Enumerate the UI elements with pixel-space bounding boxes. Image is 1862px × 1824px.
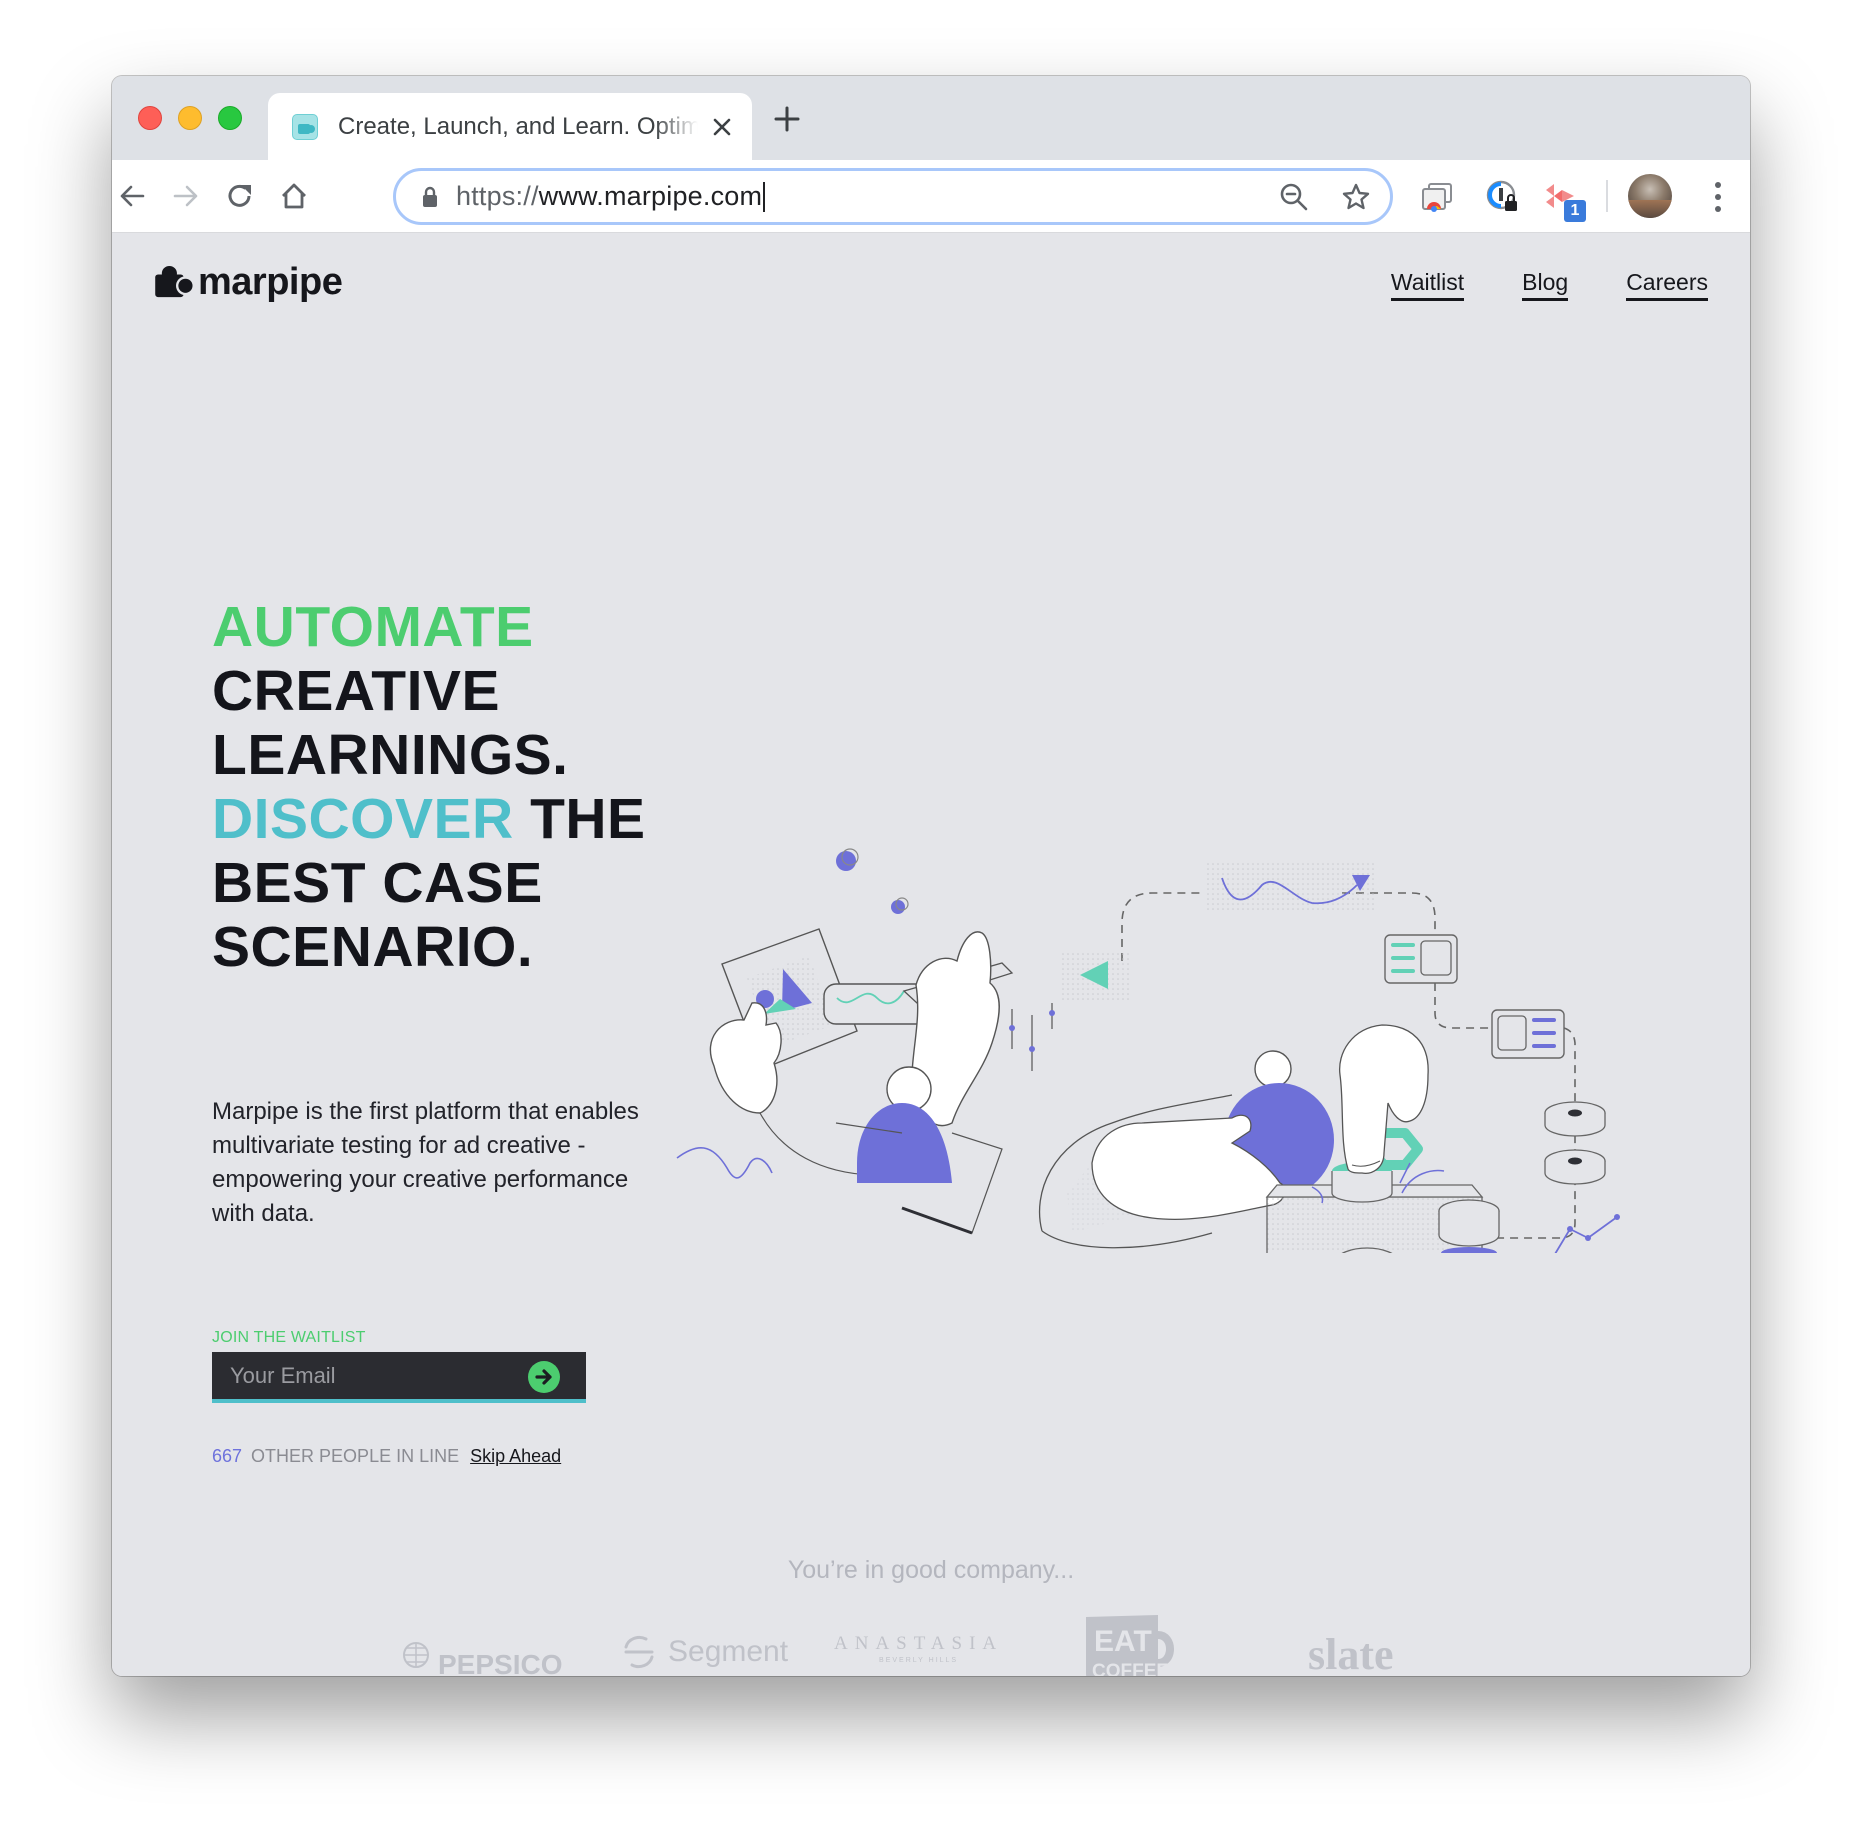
arrow-right-icon — [535, 1369, 552, 1385]
forward-button[interactable] — [168, 178, 204, 214]
extension-badge: 1 — [1564, 200, 1586, 222]
marpipe-favicon-icon — [292, 113, 318, 140]
slate-logo: slate — [1308, 1630, 1394, 1676]
new-tab-button[interactable] — [772, 104, 802, 134]
arm-line — [759, 1112, 873, 1176]
forward-icon — [173, 185, 198, 207]
brand-name: marpipe — [198, 261, 343, 303]
anastasia-logo: ANASTASIA BEVERLY HILLS — [834, 1633, 1004, 1664]
coffee-mug-icon: EAT COFFEE — [1086, 1615, 1174, 1676]
maximize-window-button[interactable] — [218, 106, 242, 130]
pepsico-logo: PEPSICO — [402, 1633, 562, 1676]
company-logos: PEPSICO Segment ANASTASIA BEVERLY HILLS … — [112, 1611, 1750, 1676]
hero-accent-discover: DISCOVER — [212, 787, 514, 851]
url-host: www.marpipe.com — [538, 180, 763, 211]
plus-icon — [774, 106, 800, 132]
waitlist-queue: 667 OTHER PEOPLE IN LINE Skip Ahead — [212, 1446, 561, 1467]
tab-close-icon[interactable] — [708, 113, 736, 141]
person-head — [1254, 1050, 1292, 1088]
svg-text:COFFEE: COFFEE — [1092, 1661, 1169, 1676]
browser-window: Create, Launch, and Learn. Optimize Your… — [112, 76, 1750, 1676]
reload-button[interactable] — [222, 178, 258, 214]
layout-card-icon — [1491, 1009, 1565, 1059]
profile-avatar[interactable] — [1628, 174, 1672, 218]
hero-line-2: CREATIVE — [212, 659, 500, 723]
hero-line-3: LEARNINGS. — [212, 723, 569, 787]
hero-subtitle: Marpipe is the first platform that enabl… — [212, 1098, 639, 1227]
extension-red-icon[interactable]: 1 — [1542, 178, 1586, 222]
email-input[interactable] — [212, 1362, 512, 1389]
skip-ahead-link[interactable]: Skip Ahead — [470, 1446, 561, 1467]
submit-email-button[interactable] — [528, 1361, 560, 1393]
more-vert-icon[interactable] — [1708, 180, 1728, 214]
back-icon — [120, 185, 145, 207]
lock-icon[interactable] — [420, 185, 440, 209]
hero-illustration — [676, 848, 1620, 1253]
hero-accent-automate: AUTOMATE — [212, 595, 534, 659]
chrome-remote-desktop-icon[interactable] — [1418, 178, 1456, 216]
home-button[interactable] — [276, 178, 312, 214]
hero-line-5: BEST CASE — [212, 851, 543, 915]
tab-strip: Create, Launch, and Learn. Optimize Your… — [112, 76, 1750, 160]
bubble-icon — [836, 848, 909, 914]
browser-toolbar: https://www.marpipe.com 1 — [112, 160, 1750, 233]
companies-heading: You’re in good company... — [787, 1556, 1075, 1584]
reload-icon — [228, 184, 251, 207]
hero-heading: AUTOMATE CREATIVE LEARNINGS. DISCOVER TH… — [212, 595, 646, 979]
nav-link-blog[interactable]: Blog — [1522, 269, 1569, 301]
home-icon — [282, 183, 306, 209]
browser-tab[interactable]: Create, Launch, and Learn. Optimize Your… — [268, 93, 752, 160]
zoom-out-icon[interactable] — [1278, 181, 1310, 213]
bookmark-star-icon[interactable] — [1340, 181, 1372, 213]
squiggle-icon — [676, 1146, 773, 1179]
segment-icon — [624, 1635, 654, 1669]
layout-card-icon — [1384, 934, 1458, 984]
marpipe-logo[interactable]: marpipe — [154, 261, 343, 303]
marpipe-logo-icon — [155, 265, 195, 298]
eat-your-coffee-logo: EAT COFFEE — [1080, 1611, 1180, 1676]
text-caret — [763, 182, 766, 213]
waitlist-form — [212, 1352, 586, 1403]
address-bar[interactable]: https://www.marpipe.com — [393, 168, 1393, 225]
svg-text:EAT: EAT — [1094, 1625, 1152, 1658]
nav-link-waitlist[interactable]: Waitlist — [1390, 269, 1465, 301]
close-window-button[interactable] — [138, 106, 162, 130]
url-scheme: https:// — [456, 180, 539, 211]
minimize-window-button[interactable] — [178, 106, 202, 130]
queue-count: 667 — [212, 1446, 243, 1466]
pepsico-globe-icon — [403, 1642, 429, 1668]
slider-ticks-icon — [1011, 1003, 1053, 1071]
hero-line-6: SCENARIO. — [212, 915, 534, 979]
page-content: marpipe Waitlist Blog Careers AUTOMATE C… — [112, 233, 1750, 1676]
url-text[interactable]: https://www.marpipe.com — [456, 180, 766, 213]
password-manager-icon[interactable] — [1484, 178, 1522, 216]
segment-logo: Segment — [620, 1633, 788, 1671]
site-nav: Waitlist Blog Careers — [1390, 269, 1708, 301]
back-button[interactable] — [114, 178, 150, 214]
toolbar-divider — [1606, 180, 1608, 212]
nav-link-careers[interactable]: Careers — [1626, 269, 1708, 301]
queue-label: OTHER PEOPLE IN LINE — [251, 1446, 460, 1466]
hero-line-4: THE — [513, 787, 646, 851]
waitlist-label: JOIN THE WAITLIST — [212, 1329, 366, 1346]
line-chart-icon — [1554, 1216, 1618, 1253]
tab-title: Create, Launch, and Learn. Optimize Your… — [338, 112, 698, 140]
